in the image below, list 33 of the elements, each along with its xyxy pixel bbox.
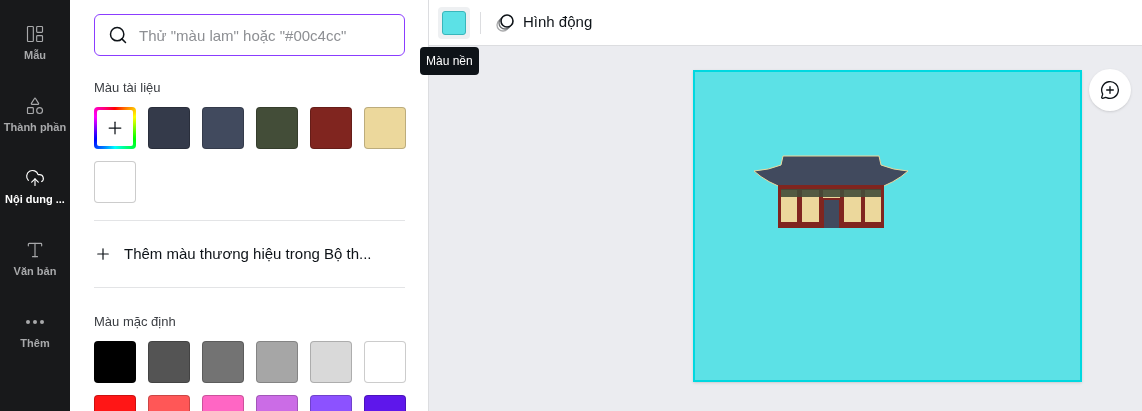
sidebar-tab[interactable]: Văn bản	[0, 231, 70, 289]
color-swatch[interactable]	[148, 106, 190, 149]
color-swatch[interactable]	[148, 340, 190, 383]
shapes-icon	[25, 96, 45, 117]
color-swatch[interactable]	[202, 340, 244, 383]
layout-icon	[25, 24, 45, 45]
sidebar-tab[interactable]: Thành phần	[0, 87, 70, 145]
sidebar-tab[interactable]: Nội dung ...	[0, 159, 70, 217]
cloud-upload-icon	[25, 168, 45, 189]
section-title: Màu tài liệu	[94, 79, 161, 97]
section-title: Màu mặc định	[94, 313, 176, 331]
color-swatch[interactable]	[364, 340, 406, 383]
color-swatch[interactable]	[310, 340, 352, 383]
tooltip: Màu nền	[420, 47, 479, 75]
sidebar-tab[interactable]: Thêm	[0, 303, 70, 361]
more-icon	[26, 320, 44, 325]
color-swatch[interactable]	[256, 340, 298, 383]
color-swatch[interactable]	[202, 106, 244, 149]
background-color-button[interactable]	[438, 6, 470, 39]
animate-button[interactable]: Hình động	[491, 11, 597, 34]
custom-color-button[interactable]	[94, 106, 136, 149]
comment-add-icon	[1100, 80, 1120, 100]
color-swatch[interactable]	[94, 160, 136, 203]
color-swatch[interactable]	[310, 106, 352, 149]
color-swatch[interactable]	[94, 340, 136, 383]
animate-icon	[495, 12, 515, 33]
color-swatch[interactable]	[364, 106, 406, 149]
sidebar-tab[interactable]: Mẫu	[0, 15, 70, 73]
color-swatch[interactable]	[256, 106, 298, 149]
search-icon	[108, 25, 128, 45]
add-comment-button[interactable]	[1089, 69, 1131, 111]
search-field[interactable]: Thử "màu lam" hoặc "#00c4cc"	[94, 14, 405, 56]
add-brand-colors-link[interactable]: Thêm màu thương hiệu trong Bộ th...	[94, 242, 372, 265]
